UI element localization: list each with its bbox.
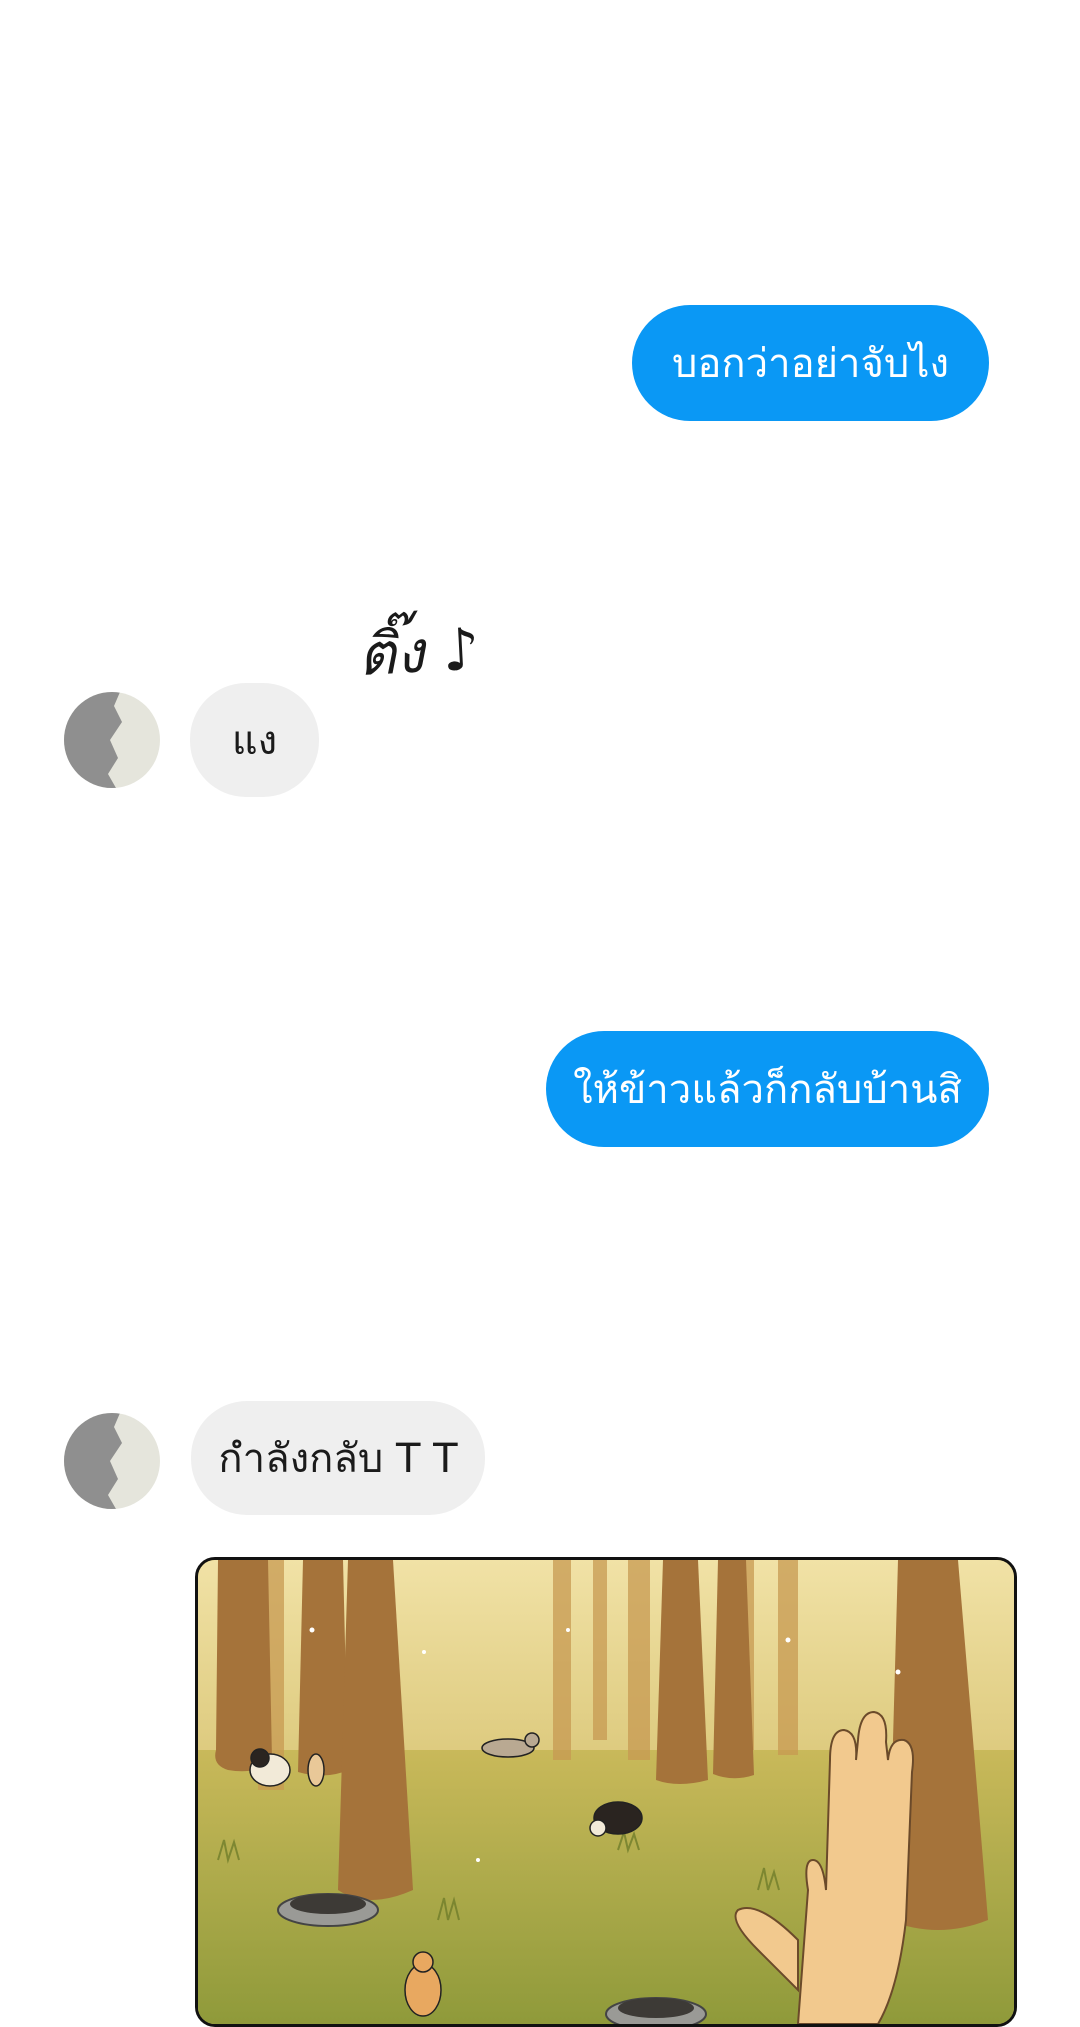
outgoing-message-bubble[interactable]: บอกว่าอย่าจับไง	[632, 305, 989, 421]
avatar-image	[64, 692, 160, 788]
contact-avatar[interactable]	[64, 692, 160, 788]
message-text: ให้ข้าวแล้วก็กลับบ้านสิ	[573, 1067, 962, 1113]
outgoing-message-bubble[interactable]: ให้ข้าวแล้วก็กลับบ้านสิ	[546, 1031, 989, 1147]
sound-effect-text: ติ๊ง ♪	[356, 614, 482, 690]
message-text: บอกว่าอย่าจับไง	[672, 341, 949, 387]
image-attachment[interactable]	[195, 1557, 1017, 2027]
avatar-image	[64, 1413, 160, 1509]
forest-cats-illustration	[198, 1560, 1014, 2024]
incoming-message-bubble[interactable]: กำลังกลับ T T	[191, 1401, 485, 1515]
message-text: กำลังกลับ T T	[218, 1436, 458, 1482]
incoming-message-bubble[interactable]: แง	[190, 683, 319, 797]
message-text: แง	[231, 718, 278, 764]
contact-avatar[interactable]	[64, 1413, 160, 1509]
